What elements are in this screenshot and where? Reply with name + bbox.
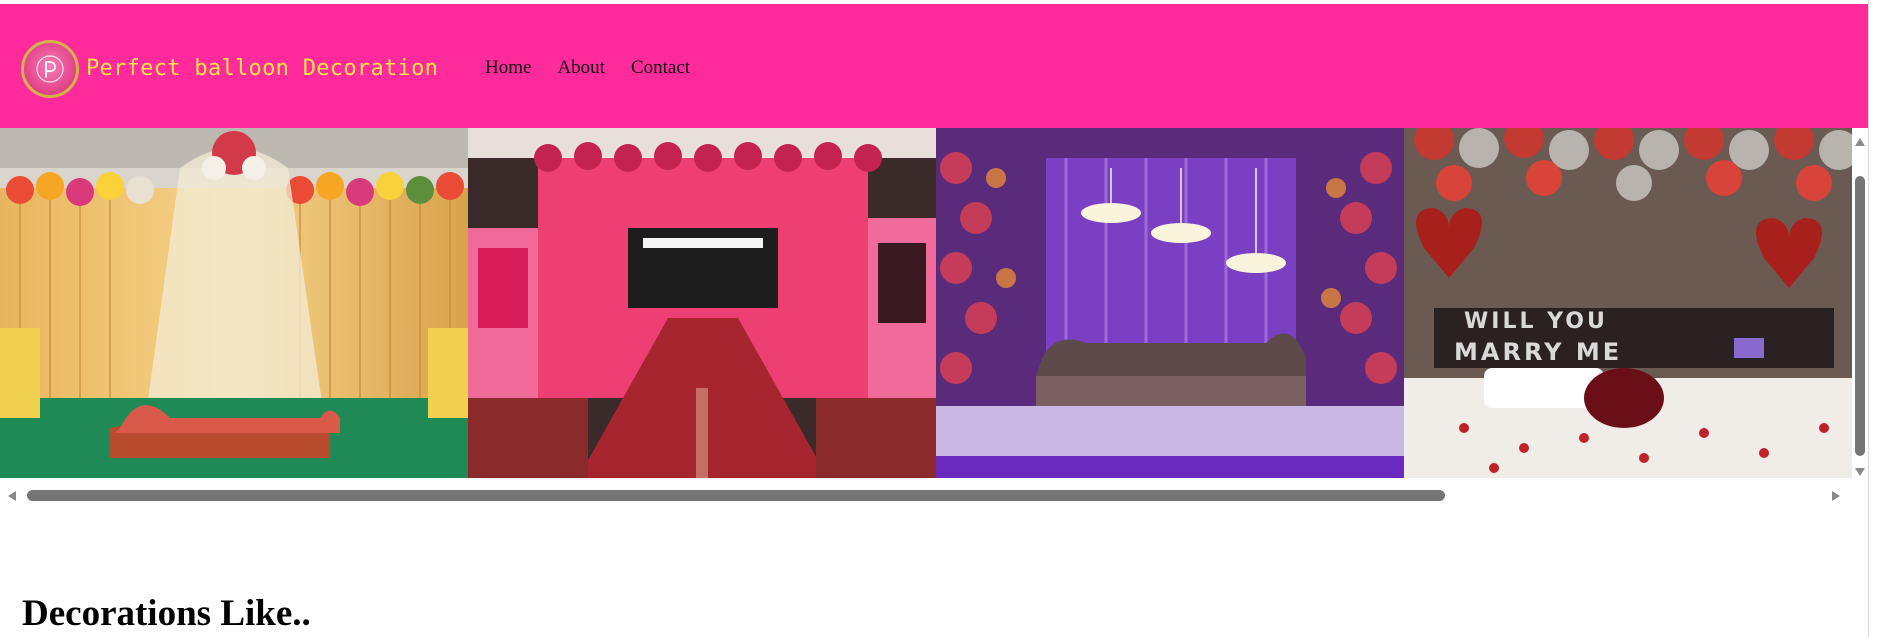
- horizontal-scroll-thumb[interactable]: [27, 490, 1445, 501]
- gallery-image-pink-entrance: [468, 128, 936, 478]
- brand-logo-icon[interactable]: [21, 40, 79, 98]
- nav-home-link[interactable]: Home: [485, 57, 531, 79]
- vertical-scroll-thumb[interactable]: [1855, 176, 1865, 456]
- main-nav: Home About Contact: [485, 57, 690, 79]
- gallery-image-balloon-bedroom: WILL YOU MARRY ME: [1404, 128, 1852, 478]
- svg-text:MARRY ME: MARRY ME: [1454, 338, 1622, 366]
- page-scrollbar-track[interactable]: [1868, 0, 1880, 637]
- site-header: Perfect balloon Decoration Home About Co…: [0, 4, 1868, 128]
- brand-name[interactable]: Perfect balloon Decoration: [86, 56, 438, 81]
- nav-about-link[interactable]: About: [557, 57, 605, 79]
- section-title: Decorations Like..: [22, 593, 311, 634]
- gallery-image-purple-stage: [936, 128, 1404, 478]
- scroll-up-arrow-icon[interactable]: [1855, 138, 1865, 146]
- nav-contact-link[interactable]: Contact: [631, 57, 690, 79]
- gallery-vertical-scrollbar[interactable]: [1852, 128, 1868, 478]
- gallery-image-stage-sofa: [0, 128, 468, 478]
- svg-text:WILL YOU: WILL YOU: [1464, 309, 1608, 334]
- scroll-right-arrow-icon[interactable]: [1832, 491, 1840, 501]
- scroll-left-arrow-icon[interactable]: [8, 491, 16, 501]
- image-gallery[interactable]: WILL YOU MARRY ME: [0, 128, 1852, 478]
- gallery-horizontal-scrollbar[interactable]: [0, 478, 1852, 510]
- scroll-down-arrow-icon[interactable]: [1855, 468, 1865, 476]
- monogram-p-icon: [36, 55, 64, 83]
